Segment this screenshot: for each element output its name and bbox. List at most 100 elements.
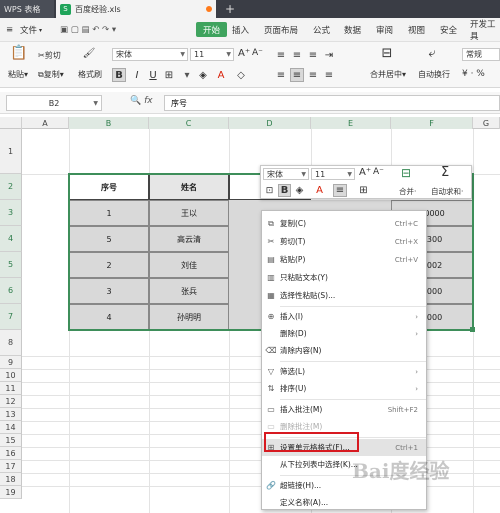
menu-item-insert-comment[interactable]: ▭ 插入批注(M) Shift+F2 (262, 401, 426, 418)
menu-item-paste-special[interactable]: ▦ 选择性粘贴(S)... (262, 287, 426, 304)
row-header[interactable]: 18 (0, 473, 22, 486)
row-header[interactable]: 12 (0, 395, 22, 408)
align-left-icon[interactable]: ≡ (274, 68, 288, 82)
menu-item-define-name[interactable]: 定义名称(A)... (262, 494, 426, 511)
col-header-d[interactable]: D (229, 117, 311, 129)
quick-access-icons[interactable]: ▣ ▢ ▤ ↶ ↷ ▾ (60, 18, 116, 42)
row-header[interactable]: 4 (0, 226, 22, 252)
row-header[interactable]: 8 (0, 330, 22, 356)
menu-item-clear-contents[interactable]: ⌫ 清除内容(N) (262, 342, 426, 359)
mini-autosum-button[interactable]: 自动求和· (431, 186, 463, 197)
format-painter-button[interactable]: 格式刷 (78, 69, 102, 80)
border-icon[interactable]: ⊡ (263, 184, 276, 197)
paste-button[interactable]: 粘贴 ▾ (8, 69, 28, 80)
mini-merge-button[interactable]: 合并· (399, 186, 416, 197)
underline-icon[interactable]: U (146, 68, 160, 82)
menu-security[interactable]: 安全 (440, 18, 457, 42)
mini-font-size-select[interactable]: 11 ▼ (311, 168, 355, 180)
row-header[interactable]: 10 (0, 369, 22, 382)
fill-color-icon[interactable]: ◈ (293, 184, 306, 197)
menu-item-copy[interactable]: ⧉ 复制(C) Ctrl+C (262, 215, 426, 232)
menu-item-filter[interactable]: ▽ 筛选(L) › (262, 363, 426, 380)
fill-handle[interactable] (470, 327, 475, 332)
menu-item-sort[interactable]: ⇅ 排序(U) › (262, 380, 426, 397)
mini-font-name-select[interactable]: 宋体 ▼ (263, 168, 309, 180)
paste-icon[interactable]: 📋 (10, 45, 27, 61)
menu-insert[interactable]: 插入 (232, 18, 249, 42)
menu-page-layout[interactable]: 页面布局 (264, 18, 298, 42)
font-size-select[interactable]: 11 ▼ (190, 48, 234, 61)
row-header[interactable]: 13 (0, 408, 22, 421)
border-icon[interactable]: ⊞ (162, 68, 176, 82)
align-right-icon[interactable]: ≡ (306, 68, 320, 82)
name-box[interactable]: B2 ▼ (6, 95, 102, 111)
align-top-icon[interactable]: ≡ (274, 48, 288, 62)
copy-button[interactable]: ⧉ 复制 ▾ (38, 69, 64, 80)
align-center-icon[interactable]: ≡ (290, 68, 304, 82)
menu-review[interactable]: 审阅 (376, 18, 393, 42)
select-all-corner[interactable] (0, 117, 22, 129)
row-header[interactable]: 11 (0, 382, 22, 395)
row-header[interactable]: 9 (0, 356, 22, 369)
grow-font-icon[interactable]: A⁺ (238, 48, 250, 59)
menu-start[interactable]: 开始 (196, 22, 228, 37)
borders-dropdown-icon[interactable]: ▾ (180, 68, 194, 82)
fx-icon[interactable]: fx (144, 96, 153, 106)
menu-view[interactable]: 视图 (408, 18, 425, 42)
row-header[interactable]: 19 (0, 486, 22, 499)
font-name-select[interactable]: 宋体 ▼ (112, 48, 188, 61)
borders-icon[interactable]: ⊞ (357, 184, 370, 197)
zoom-icon[interactable]: 🔍 (130, 96, 141, 106)
formula-input[interactable]: 序号 (164, 95, 500, 111)
number-format-select[interactable]: 常规 (462, 48, 500, 61)
font-color-icon[interactable]: A (313, 184, 326, 197)
align-middle-icon[interactable]: ≡ (290, 48, 304, 62)
menu-item-delete[interactable]: 删除(D) › (262, 325, 426, 342)
menu-developer[interactable]: 开发工具 (470, 18, 500, 42)
grow-font-icon[interactable]: A⁺ (359, 167, 371, 178)
merge-center-button[interactable]: 合并居中 ▾ (370, 69, 406, 80)
col-header-g[interactable]: G (473, 117, 500, 129)
menu-item-paste-text[interactable]: ▥ 只粘贴文本(Y) (262, 269, 426, 286)
menu-formula[interactable]: 公式 (313, 18, 330, 42)
bold-icon[interactable]: B (112, 68, 126, 82)
tab-document[interactable]: S 百度经验.xls (56, 0, 216, 18)
menu-item-paste[interactable]: ▤ 粘贴(P) Ctrl+V (262, 251, 426, 268)
new-tab-plus-icon[interactable]: + (222, 0, 238, 18)
row-header[interactable]: 1 (0, 129, 22, 174)
row-header[interactable]: 16 (0, 447, 22, 460)
hamburger-icon[interactable]: ≡ (6, 18, 13, 42)
menu-item-insert[interactable]: ⊕ 插入(I) › (262, 308, 426, 325)
menu-data[interactable]: 数据 (344, 18, 361, 42)
col-header-c[interactable]: C (149, 117, 229, 129)
fill-color-icon[interactable]: ◈ (196, 68, 210, 82)
col-header-b[interactable]: B (69, 117, 149, 129)
italic-icon[interactable]: I (130, 68, 144, 82)
col-header-f[interactable]: F (391, 117, 473, 129)
align-bottom-icon[interactable]: ≡ (306, 48, 320, 62)
shrink-font-icon[interactable]: A⁻ (373, 167, 384, 177)
clear-format-icon[interactable]: ◇ (234, 68, 248, 82)
font-color-icon[interactable]: A (214, 68, 228, 82)
row-header[interactable]: 2 (0, 174, 22, 200)
justify-icon[interactable]: ≡ (322, 68, 336, 82)
row-header[interactable]: 3 (0, 200, 22, 226)
bold-icon[interactable]: B (278, 184, 291, 197)
row-header[interactable]: 14 (0, 421, 22, 434)
currency-percent-icons[interactable]: ¥ · % (462, 69, 485, 79)
menu-item-cut[interactable]: ✂ 剪切(T) Ctrl+X (262, 233, 426, 250)
row-header[interactable]: 5 (0, 252, 22, 278)
shrink-font-icon[interactable]: A⁻ (252, 48, 263, 58)
auto-wrap-button[interactable]: 自动换行 (418, 69, 450, 80)
indent-icon[interactable]: ⇥ (322, 48, 336, 62)
tab-wps-home[interactable]: WPS 表格 (0, 0, 54, 18)
row-header[interactable]: 17 (0, 460, 22, 473)
row-header[interactable]: 6 (0, 278, 22, 304)
cut-button[interactable]: ✂ 剪切 (38, 50, 61, 61)
align-center-icon[interactable]: ≡ (333, 184, 347, 197)
col-header-a[interactable]: A (22, 117, 69, 129)
row-header[interactable]: 7 (0, 304, 22, 330)
col-header-e[interactable]: E (311, 117, 391, 129)
menu-file[interactable]: 文件 ▾ (20, 18, 42, 42)
row-header[interactable]: 15 (0, 434, 22, 447)
